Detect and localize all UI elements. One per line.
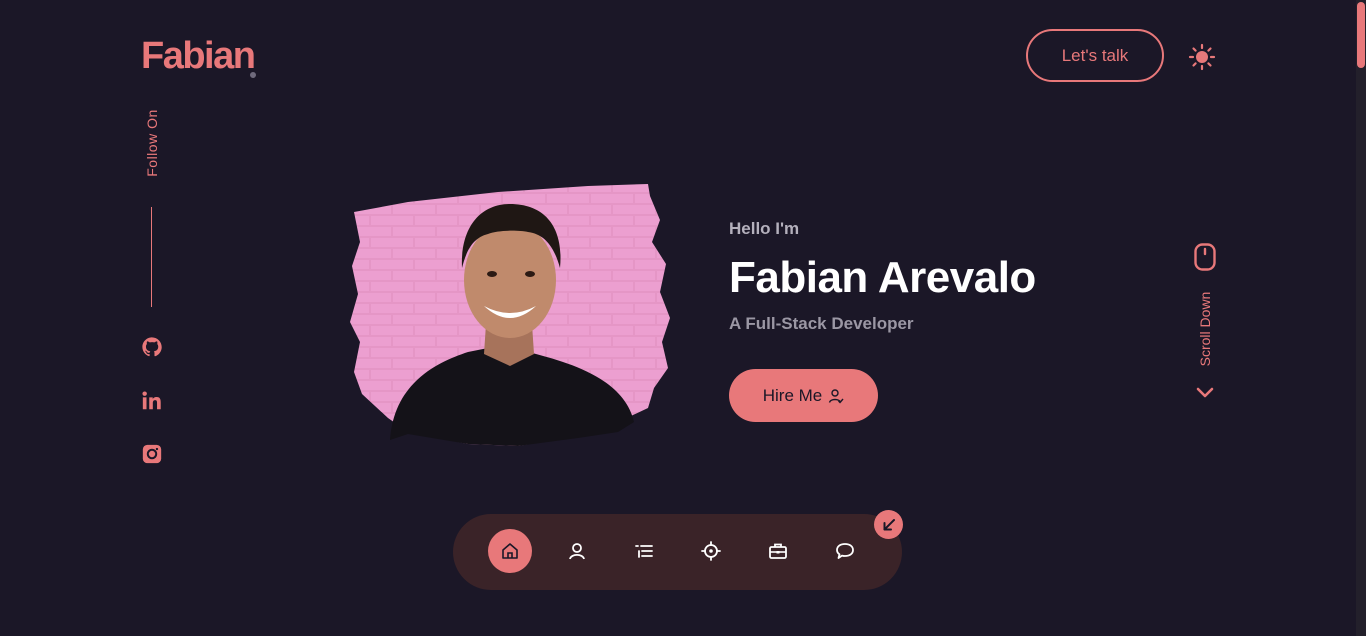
dock-item-home[interactable] <box>488 529 532 573</box>
logo[interactable]: Fabian <box>141 36 256 76</box>
scroll-down-label[interactable]: Scroll Down <box>1197 292 1213 367</box>
message-icon <box>836 543 854 559</box>
user-icon <box>569 543 585 560</box>
dock-item-about[interactable] <box>555 529 599 573</box>
lets-talk-button[interactable]: Let's talk <box>1026 29 1164 82</box>
logo-dot <box>250 72 256 78</box>
hire-me-button[interactable]: Hire Me <box>729 369 878 422</box>
profile-photo <box>350 184 670 446</box>
user-icon <box>829 388 844 404</box>
hire-me-label: Hire Me <box>762 385 823 405</box>
dock-collapse-button[interactable] <box>874 510 903 539</box>
dock-item-skills[interactable] <box>622 529 666 573</box>
bottom-dock <box>453 514 902 590</box>
hero-name: Fabian Arevalo <box>729 253 1036 302</box>
dock-item-portfolio[interactable] <box>756 529 800 573</box>
greeting-text: Hello I'm <box>729 219 800 238</box>
chevron-down-icon[interactable] <box>1196 386 1214 400</box>
page-scrollbar[interactable] <box>1356 0 1366 636</box>
instagram-icon[interactable] <box>141 443 163 465</box>
scrollbar-thumb[interactable] <box>1357 2 1365 68</box>
dock-item-contact[interactable] <box>823 529 867 573</box>
dock-item-services[interactable] <box>689 529 733 573</box>
follow-on-label: Follow On <box>144 109 160 177</box>
sun-icon[interactable] <box>1188 43 1216 71</box>
github-icon[interactable] <box>141 336 163 358</box>
list-icon <box>635 545 653 558</box>
briefcase-icon <box>769 543 787 559</box>
arrow-down-left-icon <box>883 518 895 530</box>
hero-role: A Full-Stack Developer <box>729 314 914 333</box>
mouse-icon[interactable] <box>1194 243 1216 271</box>
target-icon <box>701 541 721 561</box>
linkedin-icon[interactable] <box>141 390 163 412</box>
home-icon <box>502 543 518 559</box>
follow-divider <box>151 207 152 307</box>
